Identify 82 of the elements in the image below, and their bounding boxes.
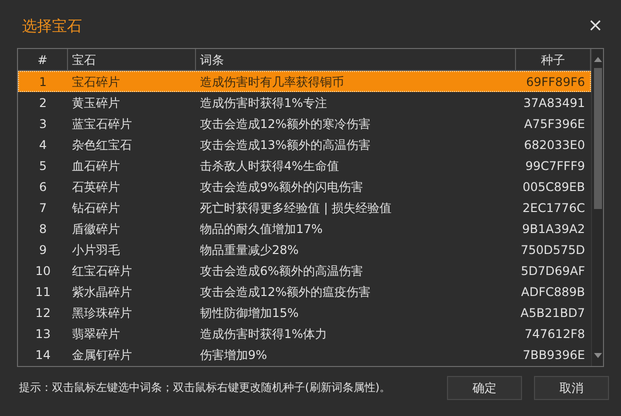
table-cell-text: 99C7FFF9: [524, 158, 586, 174]
table-cell-text: ADFC889B: [520, 284, 586, 300]
table-cell-text: 攻击会造成12%额外的瘟疫伤害: [199, 284, 372, 300]
table-cell-text: 造成伤害时获得1%专注: [199, 94, 328, 112]
table-row[interactable]: 11 紫水晶碎片 攻击会造成12%额外的瘟疫伤害 ADFC889B: [18, 281, 591, 302]
table-cell-text: 9B1A39A2: [521, 220, 586, 238]
table-cell-text: 物品的耐久值增加17%: [199, 220, 324, 238]
table-cell-text: 5D7D69AF: [520, 262, 586, 280]
table-cell-text: 12: [34, 304, 52, 322]
table-cell-text: 盾徽碎片: [71, 220, 121, 238]
table-cell-text: 钻石碎片: [71, 200, 121, 216]
table-row[interactable]: 2 黄玉碎片 造成伤害时获得1%专注 37A83491: [18, 92, 591, 113]
table-cell-text: 死亡时获得更多经验值 | 损失经验值: [199, 200, 393, 217]
table-cell-text: 红宝石碎片: [71, 262, 133, 280]
table-cell-text: 7BB9396E: [522, 346, 586, 364]
column-header[interactable]: 宝石: [68, 49, 196, 70]
table-cell-text: 造成伤害时获得1%体力: [199, 326, 328, 342]
table-cell-text: 韧性防御增加15%: [199, 304, 300, 322]
scrollbar[interactable]: [591, 49, 603, 366]
table-row[interactable]: 9 小片羽毛 物品重量减少28% 750D575D: [18, 239, 591, 260]
table-cell-text: 击杀敌人时获得4%生命值: [199, 158, 340, 174]
confirm-button[interactable]: 确定: [447, 376, 522, 400]
table-cell-text: 3: [38, 116, 48, 132]
table-cell-text: 2: [38, 94, 48, 112]
table-cell-text: 69FF89F6: [525, 74, 586, 90]
table-row[interactable]: 7 钻石碎片 死亡时获得更多经验值 | 损失经验值 2EC1776C: [18, 197, 591, 218]
table-row[interactable]: 4 杂色红宝石 攻击会造成13%额外的高温伤害 682033E0: [18, 134, 591, 155]
table-cell-text: 4: [38, 136, 48, 154]
table-row[interactable]: 1 宝石碎片 造成伤害时有几率获得铜币 69FF89F6: [18, 71, 591, 92]
hint-text: 提示：双击鼠标左键选中词条；双击鼠标右键更改随机种子(刷新词条属性)。: [19, 380, 392, 396]
table-row[interactable]: 5 血石碎片 击杀敌人时获得4%生命值 99C7FFF9: [18, 155, 591, 176]
table-cell-text: 005C89EB: [522, 178, 586, 196]
table-row[interactable]: 3 蓝宝石碎片 攻击会造成12%额外的寒冷伤害 A75F396E: [18, 113, 591, 134]
table-cell-text: A75F396E: [523, 116, 586, 132]
scroll-up-icon[interactable]: [594, 57, 602, 62]
table-row[interactable]: 10 红宝石碎片 攻击会造成6%额外的高温伤害 5D7D69AF: [18, 260, 591, 281]
table-cell-text: 9: [38, 242, 48, 258]
table-cell-text: 747612F8: [524, 326, 586, 342]
table-row[interactable]: 6 石英碎片 攻击会造成9%额外的闪电伤害 005C89EB: [18, 176, 591, 197]
table-row[interactable]: 8 盾徽碎片 物品的耐久值增加17% 9B1A39A2: [18, 218, 591, 239]
table-cell-text: 蓝宝石碎片: [71, 116, 133, 132]
table-cell-text: 10: [34, 262, 52, 280]
table-cell-text: 金属钉碎片: [71, 346, 133, 364]
table-cell-text: 2EC1776C: [521, 200, 586, 216]
table-cell-text: 黑珍珠碎片: [71, 304, 133, 322]
table-row[interactable]: 13 翡翠碎片 造成伤害时获得1%体力 747612F8: [18, 323, 591, 344]
table-cell-text: 6: [38, 178, 48, 196]
table-cell-text: 682033E0: [522, 136, 586, 154]
table-cell-text: 物品重量减少28%: [199, 242, 300, 258]
table-cell-text: 翡翠碎片: [71, 326, 121, 342]
table-cell-text: 攻击会造成6%额外的高温伤害: [199, 262, 364, 280]
table-cell-text: 7: [38, 200, 48, 216]
table-row[interactable]: 12 黑珍珠碎片 韧性防御增加15% A5B21BD7: [18, 302, 591, 323]
column-header[interactable]: 词条: [196, 49, 516, 70]
table-cell-text: 5: [38, 158, 48, 174]
table-row[interactable]: 14 金属钉碎片 伤害增加9% 7BB9396E: [18, 344, 591, 365]
table-cell-text: 攻击会造成13%额外的高温伤害: [199, 136, 372, 154]
table-cell-text: A5B21BD7: [520, 304, 586, 322]
column-header[interactable]: #: [18, 49, 68, 70]
table-cell-text: 造成伤害时有几率获得铜币: [199, 74, 345, 90]
table-cell-text: 石英碎片: [71, 178, 121, 196]
scroll-down-icon[interactable]: [594, 353, 602, 358]
window-title: 选择宝石: [22, 16, 82, 37]
table-cell-text: 14: [34, 346, 52, 364]
table-cell-text: 8: [38, 220, 48, 238]
table-cell-text: 11: [34, 284, 52, 300]
table-cell-text: 1: [38, 74, 48, 90]
table-cell-text: 750D575D: [520, 242, 586, 258]
table-cell-text: 攻击会造成9%额外的闪电伤害: [199, 178, 364, 196]
scrollbar-thumb[interactable]: [594, 68, 602, 209]
table-cell-text: 血石碎片: [71, 158, 121, 174]
cancel-button[interactable]: 取消: [534, 376, 609, 400]
close-button[interactable]: ×: [588, 17, 603, 35]
table-cell-text: 紫水晶碎片: [71, 284, 133, 300]
table-cell-text: 伤害增加9%: [199, 346, 268, 364]
table-cell-text: 黄玉碎片: [71, 94, 121, 112]
table-cell-text: 37A83491: [522, 94, 586, 112]
table-cell-text: 杂色红宝石: [71, 136, 133, 154]
table-cell-text: 13: [34, 326, 52, 342]
table-cell-text: 宝石碎片: [71, 74, 121, 90]
table-cell-text: 攻击会造成12%额外的寒冷伤害: [199, 116, 372, 132]
table-cell-text: 小片羽毛: [71, 242, 121, 258]
